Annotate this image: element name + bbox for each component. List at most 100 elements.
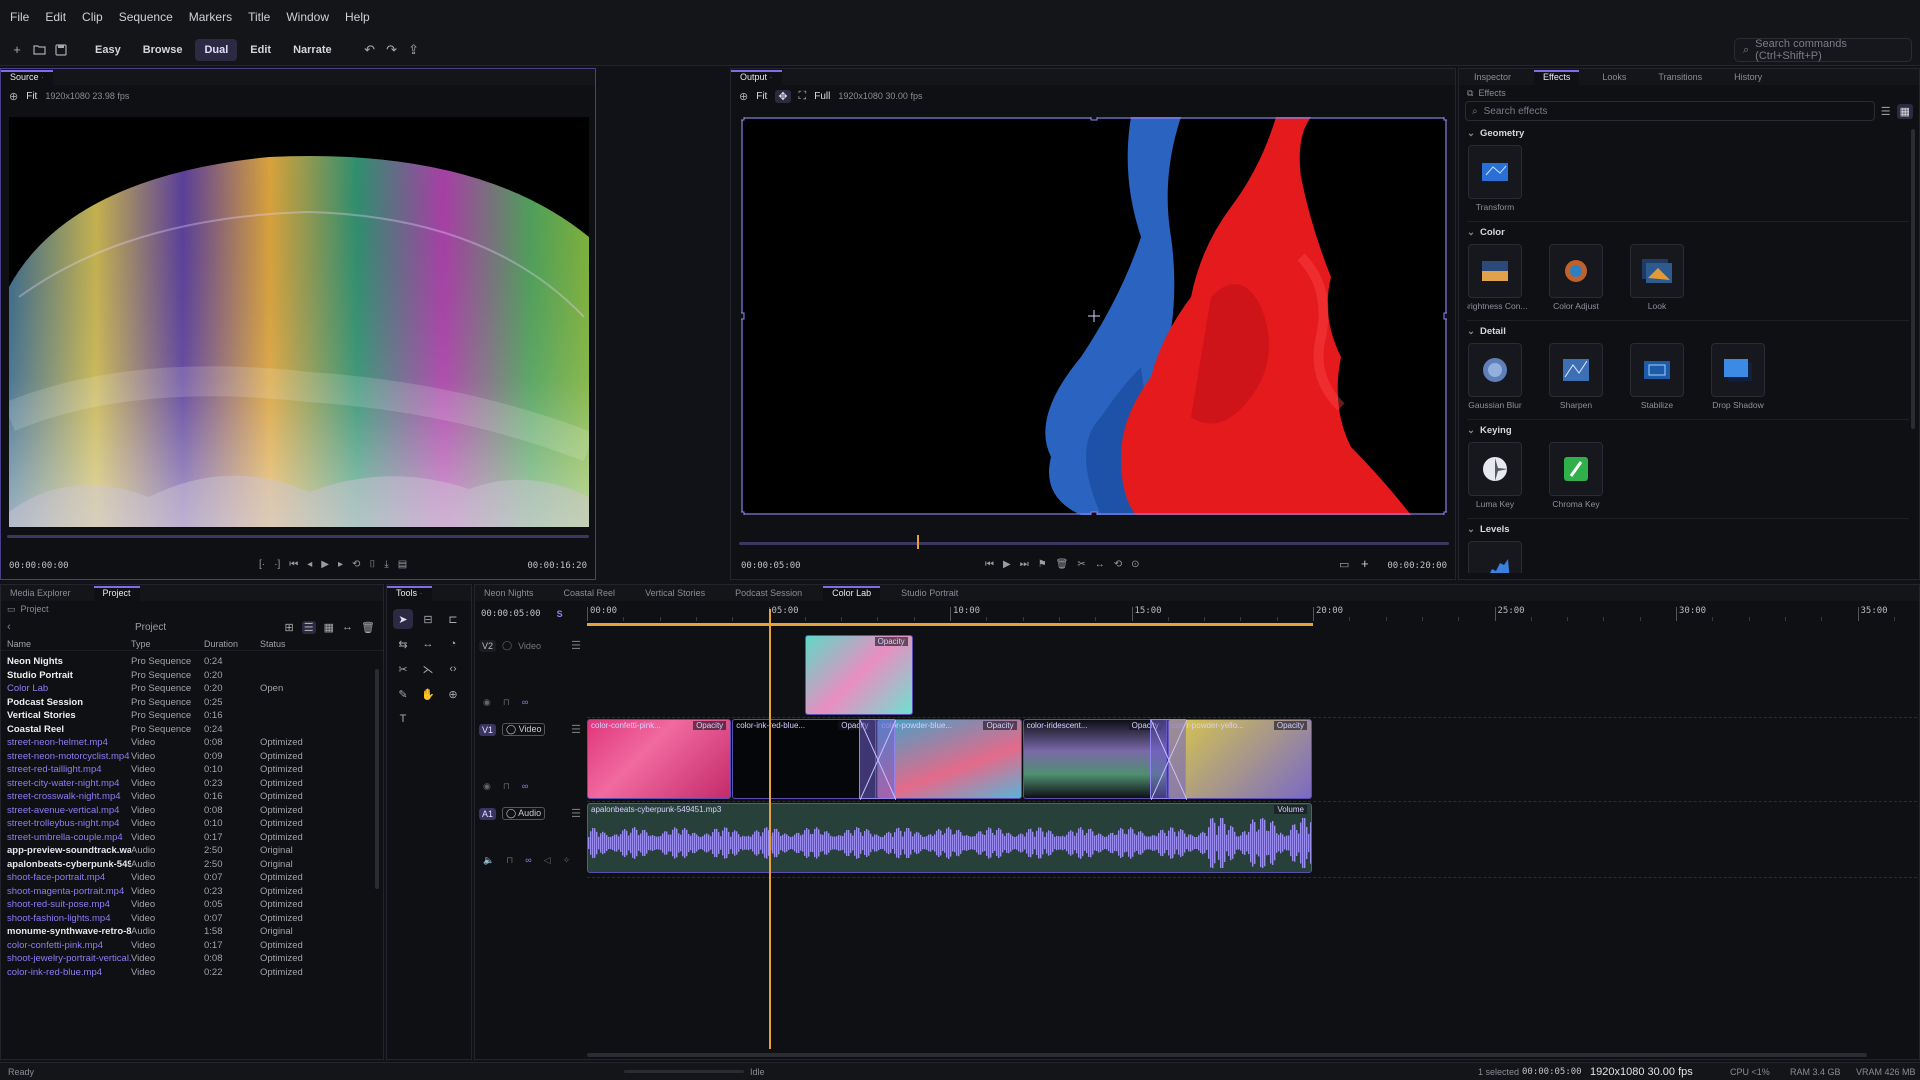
play-icon[interactable]: ▶	[321, 559, 329, 570]
timeline-hscrollbar[interactable]	[587, 1053, 1867, 1057]
track-menu-icon[interactable]: ☰	[571, 807, 581, 820]
tab-looks[interactable]: Looks	[1593, 72, 1635, 85]
zoom-icon[interactable]: ⊕	[443, 684, 463, 704]
command-search-input[interactable]: ⌕ Search commands (Ctrl+Shift+P)	[1734, 38, 1912, 62]
trash-icon[interactable]: 🗑	[361, 621, 375, 634]
project-scrollbar[interactable]	[375, 669, 379, 889]
lock-icon[interactable]: ⊓	[503, 781, 510, 792]
menu-sequence[interactable]: Sequence	[119, 10, 173, 24]
clip[interactable]: color-iridescent... Opacity	[1022, 719, 1167, 799]
fit-width-icon[interactable]: ↔	[342, 621, 353, 634]
effect-item[interactable]: Brightness Con...	[1467, 244, 1528, 314]
prev-frame-icon[interactable]: ◂	[307, 559, 312, 570]
list-item[interactable]: apalonbeats-cyberpunk-5494...Audio 2:50 Or…	[7, 858, 383, 872]
category-header[interactable]: ⌄ Geometry	[1467, 123, 1919, 143]
save-icon[interactable]	[50, 39, 72, 61]
track-menu-icon[interactable]: ☰	[571, 639, 581, 652]
redo-icon[interactable]: ↷	[381, 39, 403, 61]
timeline-timecode[interactable]: 00:00:05:00	[481, 609, 541, 619]
razor-icon[interactable]: ✂	[393, 659, 413, 679]
hand-icon[interactable]: ✋	[418, 684, 438, 704]
effects-scrollbar[interactable]	[1911, 129, 1915, 429]
menu-title[interactable]: Title	[248, 10, 270, 24]
column-header-name[interactable]: Name	[7, 639, 131, 649]
list-view-icon[interactable]: ☰	[1881, 105, 1891, 118]
tab-source[interactable]: Source ·	[1, 70, 54, 85]
effect-item[interactable]: Sharpen	[1549, 343, 1609, 413]
razor-icon[interactable]: ✂	[1077, 559, 1085, 570]
list-item[interactable]: app-preview-soundtrack.wav Audio 2:50 Origi…	[7, 844, 383, 858]
mode-browse-button[interactable]: Browse	[134, 39, 192, 61]
list-view-icon[interactable]: ☰	[301, 620, 316, 634]
eye-icon[interactable]: ◉	[483, 781, 491, 792]
tab-sequence-neon-nights[interactable]: Neon Nights	[475, 588, 543, 601]
track-id[interactable]: V1	[479, 723, 497, 736]
menu-file[interactable]: File	[10, 10, 29, 24]
folder-icon[interactable]	[28, 39, 50, 61]
speaker-icon[interactable]: 🔈	[483, 855, 494, 866]
clip[interactable]: color-powder-yello... Opacity	[1167, 719, 1312, 799]
lock-icon[interactable]: ⊓	[506, 855, 513, 866]
list-item[interactable]: monume-synthwave-retro-80...Audio 1:58 Ori…	[7, 925, 383, 939]
go-end-icon[interactable]: ⏭	[1020, 559, 1029, 570]
output-viewer[interactable]	[741, 117, 1447, 515]
list-item[interactable]: Neon Nights Pro Sequence 0:24	[7, 655, 383, 669]
list-item[interactable]: street-crosswalk-night.mp4 Video 0:16 Optim…	[7, 790, 383, 804]
track-select-icon[interactable]: ⊟	[418, 609, 438, 629]
zoom-icon[interactable]: ⊕	[739, 90, 748, 103]
next-frame-icon[interactable]: ▸	[338, 559, 343, 570]
list-item[interactable]: Podcast Session Pro Sequence 0:25	[7, 696, 383, 710]
list-item[interactable]: street-city-water-night.mp4 Video 0:23 Opti…	[7, 777, 383, 791]
effect-item[interactable]: Transform	[1468, 145, 1528, 215]
track-name[interactable]: ◯ Audio	[502, 807, 546, 820]
delete-icon[interactable]: 🗑	[1056, 559, 1069, 570]
timeline-playhead[interactable]	[768, 609, 771, 1049]
category-header[interactable]: ⌄ Color	[1467, 222, 1919, 242]
step-back-icon[interactable]: ⏮	[289, 559, 298, 570]
timeline-tracks[interactable]: Opacity color-confetti-pink... Opacity colo…	[587, 635, 1917, 1005]
list-item[interactable]: Color Lab Pro Sequence 0:20 Open	[7, 682, 383, 696]
list-item[interactable]: shoot-jewelry-portrait-vertical... Video 0…	[7, 952, 383, 966]
effect-item[interactable]: Chroma Key	[1549, 442, 1609, 512]
menu-help[interactable]: Help	[345, 10, 370, 24]
tab-sequence-podcast-session[interactable]: Podcast Session	[726, 588, 811, 601]
swap-icon[interactable]: ↔	[1095, 559, 1105, 570]
clip[interactable]: color-confetti-pink... Opacity	[587, 719, 732, 799]
tab-sequence-color-lab[interactable]: Color Lab	[823, 586, 881, 601]
mode-edit-button[interactable]: Edit	[241, 39, 280, 61]
category-header[interactable]: ⌄ Keying	[1467, 420, 1919, 440]
mode-dual-button[interactable]: Dual	[195, 38, 238, 61]
menu-clip[interactable]: Clip	[82, 10, 103, 24]
new-icon[interactable]: +	[6, 39, 28, 61]
clip[interactable]: color-ink-red-blue... Opacity	[732, 719, 877, 799]
tab-sequence-studio-portrait[interactable]: Studio Portrait	[892, 588, 967, 601]
list-item[interactable]: street-neon-helmet.mp4 Video 0:08 Optimized	[7, 736, 383, 750]
list-item[interactable]: street-trolleybus-night.mp4 Video 0:10 Opti…	[7, 817, 383, 831]
tab-sequence-coastal-reel[interactable]: Coastal Reel	[555, 588, 625, 601]
link-icon[interactable]: ∞	[522, 697, 528, 708]
list-item[interactable]: street-avenue-vertical.mp4 Video 0:08 Optim…	[7, 804, 383, 818]
effect-item[interactable]	[1468, 541, 1522, 573]
track-id[interactable]: A1	[479, 807, 497, 820]
menu-edit[interactable]: Edit	[45, 10, 66, 24]
clip[interactable]: Opacity	[804, 635, 913, 715]
list-item[interactable]: Vertical Stories Pro Sequence 0:16	[7, 709, 383, 723]
grid-view-icon[interactable]: ▦	[1896, 103, 1913, 119]
zoom-icon[interactable]: ⊕	[9, 90, 18, 103]
full-button[interactable]: Full	[814, 91, 830, 102]
mode-easy-button[interactable]: Easy	[86, 39, 130, 61]
text-icon[interactable]: T	[393, 709, 413, 729]
slide-icon[interactable]: ‹›	[443, 659, 463, 679]
transition[interactable]	[1149, 719, 1188, 801]
export-icon[interactable]: ⇪	[403, 39, 425, 61]
mark-in-icon[interactable]: [·	[259, 559, 265, 570]
list-item[interactable]: shoot-face-portrait.mp4 Video 0:07 Optimize…	[7, 871, 383, 885]
tab-history[interactable]: History	[1725, 72, 1771, 85]
work-area-bar[interactable]	[587, 623, 1313, 626]
effect-item[interactable]: Drop Shadow	[1711, 343, 1771, 413]
link-icon[interactable]: ∞	[522, 781, 528, 792]
play-icon[interactable]: ▶	[1003, 559, 1011, 570]
monitor-icon[interactable]: ▭	[1339, 558, 1349, 571]
tab-effects[interactable]: Effects	[1534, 70, 1580, 85]
tab-tools[interactable]: Tools ·	[387, 586, 432, 601]
